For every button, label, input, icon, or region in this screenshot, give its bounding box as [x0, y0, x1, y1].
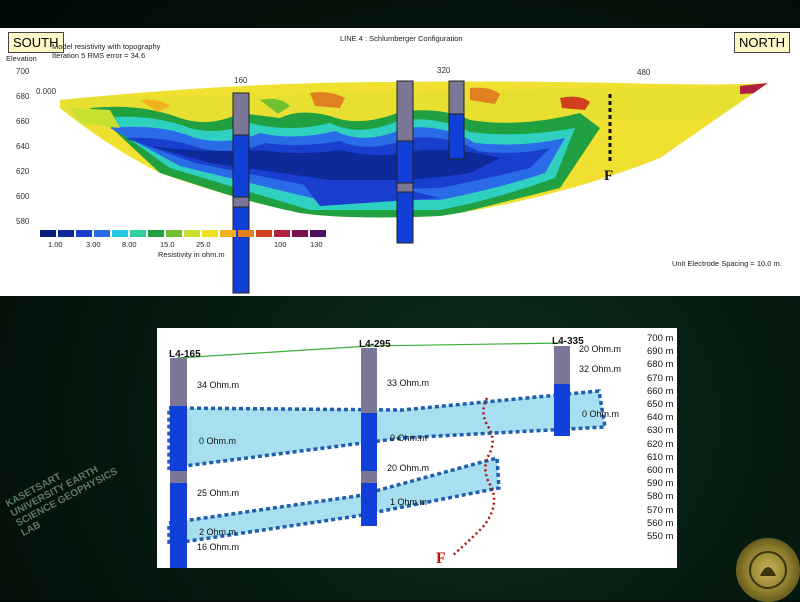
- elev-tick-bottom: 620 m: [647, 438, 674, 450]
- scale-title: Resistivity in ohm.m: [158, 250, 225, 259]
- borehole-correlation-panel: L4-165 L4-295 L4-335 34 Ohm.m 0 Ohm.m 25…: [157, 328, 677, 568]
- resistivity-label: 0 Ohm.m: [582, 409, 620, 419]
- elev-tick-bottom: 580 m: [647, 491, 674, 503]
- fault-label-top: F: [604, 168, 614, 184]
- university-watermark: KASETSART UNIVERSITY EARTH SCIENCE GEOPH…: [4, 464, 120, 539]
- borehole-label-l4-165: L4-165: [169, 349, 201, 360]
- scale-swatch: [274, 230, 290, 237]
- resistivity-section-graphic: [60, 80, 768, 294]
- scale-swatch: [202, 230, 218, 237]
- resistivity-label: 25 Ohm.m: [197, 488, 240, 498]
- resistivity-label: 20 Ohm.m: [387, 463, 430, 473]
- scale-swatch: [40, 230, 56, 237]
- resistivity-color-scale: [40, 230, 360, 237]
- elev-tick-bottom: 560 m: [647, 517, 674, 529]
- scale-swatch: [220, 230, 236, 237]
- scale-swatch: [310, 230, 326, 237]
- elev-tick-bottom: 640 m: [647, 412, 674, 424]
- elev-tick-bottom: 700 m: [647, 333, 674, 344]
- scale-swatch: [184, 230, 200, 237]
- fault-label-bottom: F: [436, 550, 446, 567]
- scale-swatch: [292, 230, 308, 237]
- scale-swatch: [256, 230, 272, 237]
- resistivity-section-panel: SOUTH NORTH LINE 4 : Schlumberger Config…: [0, 28, 800, 296]
- scale-value: 130: [310, 240, 323, 249]
- elev-tick-bottom: 570 m: [647, 504, 674, 516]
- scale-value: 8.00: [122, 240, 137, 249]
- resistivity-label: 20 Ohm.m: [579, 344, 622, 354]
- elev-tick-bottom: 610 m: [647, 451, 674, 463]
- resistivity-label: 2 Ohm.m: [199, 527, 237, 537]
- elev-tick-bottom: 690 m: [647, 346, 674, 358]
- scale-swatch: [148, 230, 164, 237]
- elev-tick-bottom: 600 m: [647, 465, 674, 476]
- resistivity-label: 33 Ohm.m: [387, 378, 430, 388]
- resistivity-label: 32 Ohm.m: [579, 364, 622, 374]
- scale-swatch: [238, 230, 254, 237]
- borehole-label-l4-295: L4-295: [359, 339, 391, 350]
- scale-swatch: [130, 230, 146, 237]
- resistivity-label: 16 Ohm.m: [197, 542, 240, 552]
- scale-swatch: [94, 230, 110, 237]
- university-logo: [736, 538, 800, 602]
- elev-tick-bottom: 680 m: [647, 359, 674, 371]
- resistivity-label: 34 Ohm.m: [197, 380, 240, 390]
- resistivity-label: 1 Ohm.m: [390, 497, 428, 507]
- background-header: [140, 0, 700, 30]
- scale-value: 100: [274, 240, 287, 249]
- scale-value: 3.00: [86, 240, 101, 249]
- scale-value: 25.0: [196, 240, 211, 249]
- resistivity-label: 0 Ohm.m: [390, 433, 428, 443]
- elev-tick-bottom: 660 m: [647, 385, 674, 397]
- scale-swatch: [112, 230, 128, 237]
- elev-tick-bottom: 630 m: [647, 425, 674, 437]
- elev-tick-bottom: 550 m: [647, 531, 674, 542]
- scale-swatch: [58, 230, 74, 237]
- scale-value: 1.00: [48, 240, 63, 249]
- scale-swatch: [166, 230, 182, 237]
- electrode-spacing: Unit Electrode Spacing = 10.0 m.: [672, 259, 782, 268]
- elev-tick-bottom: 670 m: [647, 372, 674, 384]
- resistivity-label: 0 Ohm.m: [199, 436, 237, 446]
- elev-tick-bottom: 650 m: [647, 399, 674, 410]
- elev-tick-bottom: 590 m: [647, 478, 674, 490]
- scale-value: 15.0: [160, 240, 175, 249]
- scale-swatch: [76, 230, 92, 237]
